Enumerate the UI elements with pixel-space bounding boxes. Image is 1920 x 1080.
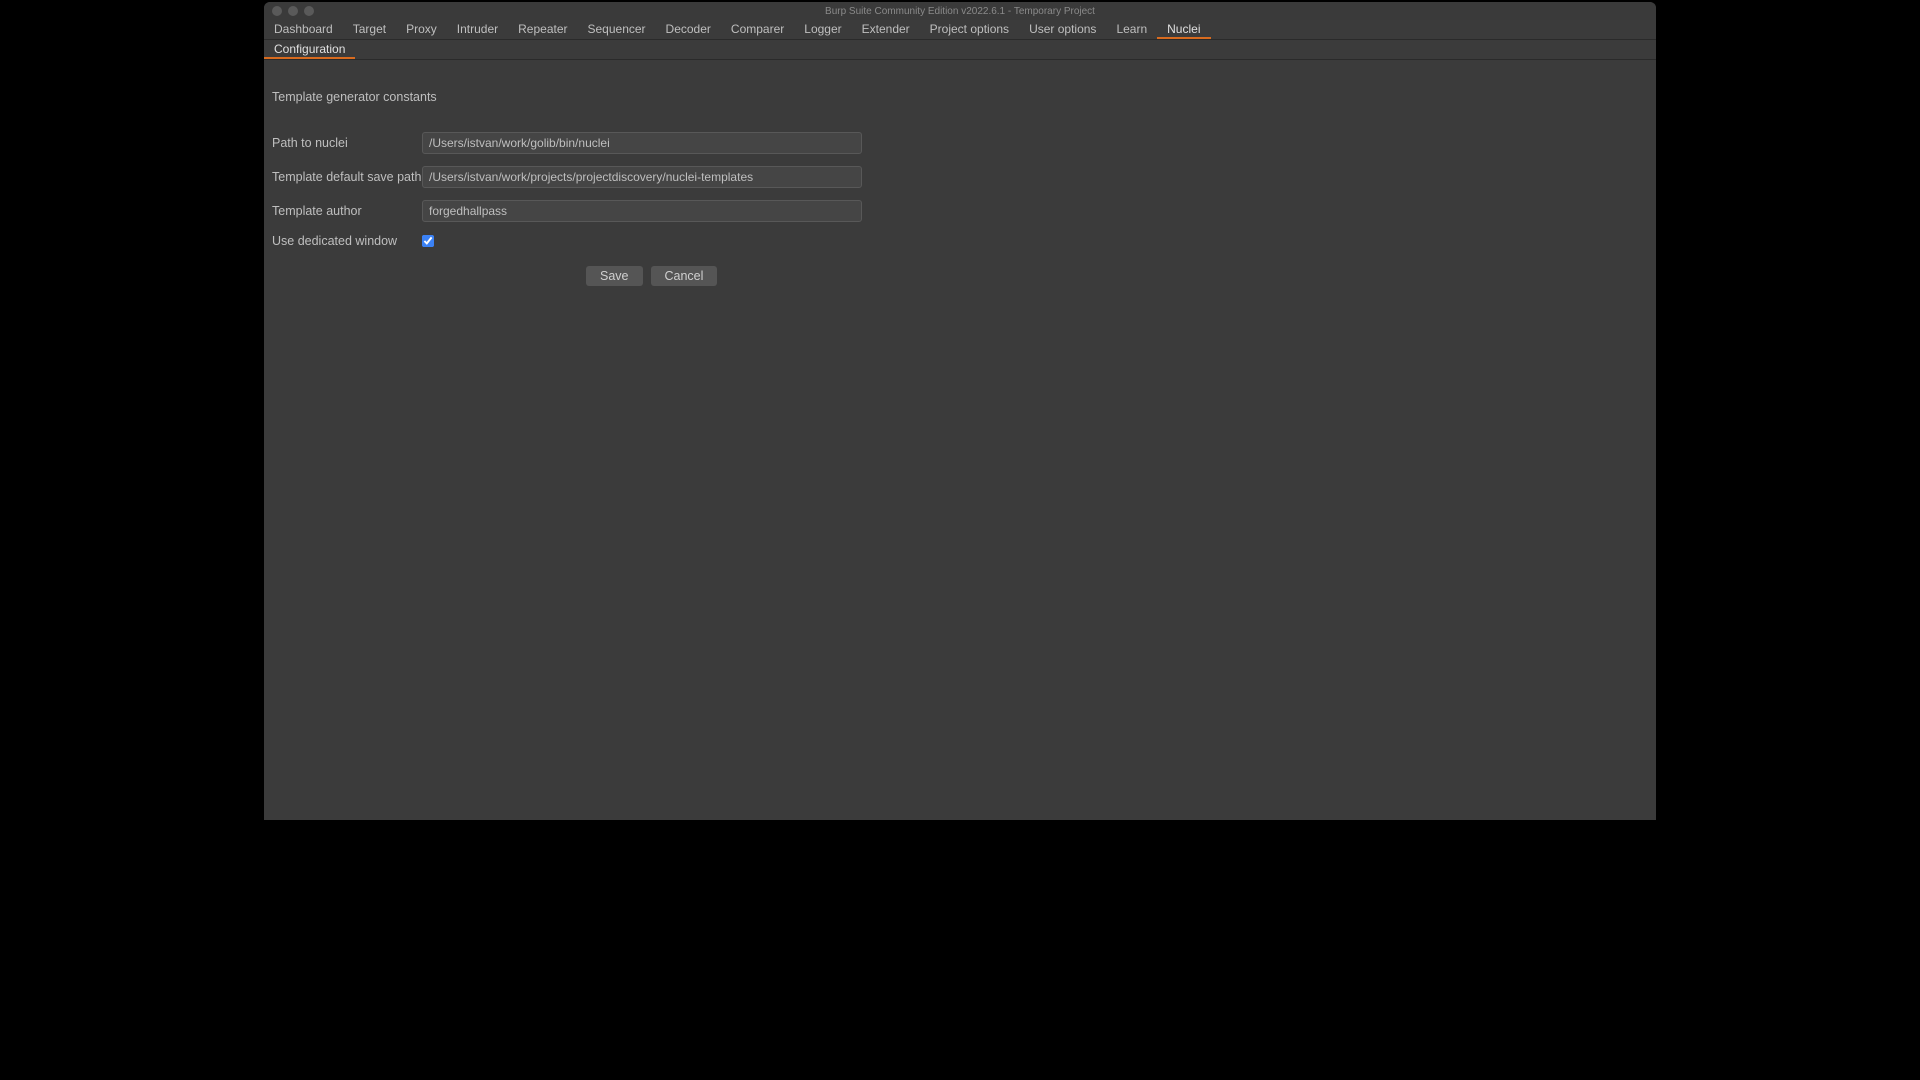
checkbox-use-dedicated-window[interactable] — [422, 235, 434, 247]
tab-intruder[interactable]: Intruder — [447, 20, 508, 39]
minimize-window-icon[interactable] — [288, 6, 298, 16]
tab-decoder[interactable]: Decoder — [656, 20, 721, 39]
tab-proxy[interactable]: Proxy — [396, 20, 447, 39]
tab-target[interactable]: Target — [343, 20, 396, 39]
button-row: Save Cancel — [586, 266, 1648, 286]
tab-sequencer[interactable]: Sequencer — [578, 20, 656, 39]
sub-tabbar: Configuration — [264, 40, 1656, 60]
row-default-save-path: Template default save path — [272, 166, 1648, 188]
label-path-to-nuclei: Path to nuclei — [272, 136, 422, 150]
row-path-to-nuclei: Path to nuclei — [272, 132, 1648, 154]
label-use-dedicated-window: Use dedicated window — [272, 234, 422, 248]
tab-logger[interactable]: Logger — [794, 20, 851, 39]
close-window-icon[interactable] — [272, 6, 282, 16]
main-tabbar: Dashboard Target Proxy Intruder Repeater… — [264, 20, 1656, 40]
tab-dashboard[interactable]: Dashboard — [264, 20, 343, 39]
window-title: Burp Suite Community Edition v2022.6.1 -… — [825, 6, 1095, 17]
cancel-button[interactable]: Cancel — [651, 266, 718, 286]
tab-learn[interactable]: Learn — [1106, 20, 1157, 39]
tab-comparer[interactable]: Comparer — [721, 20, 794, 39]
traffic-lights — [272, 6, 314, 16]
input-default-save-path[interactable] — [422, 166, 862, 188]
tab-repeater[interactable]: Repeater — [508, 20, 577, 39]
titlebar: Burp Suite Community Edition v2022.6.1 -… — [264, 2, 1656, 20]
save-button[interactable]: Save — [586, 266, 643, 286]
subtab-configuration[interactable]: Configuration — [264, 40, 355, 59]
tab-user-options[interactable]: User options — [1019, 20, 1106, 39]
content-pane: Template generator constants Path to nuc… — [264, 60, 1656, 820]
maximize-window-icon[interactable] — [304, 6, 314, 16]
row-use-dedicated-window: Use dedicated window — [272, 234, 1648, 248]
label-default-save-path: Template default save path — [272, 170, 422, 184]
tab-extender[interactable]: Extender — [852, 20, 920, 39]
input-path-to-nuclei[interactable] — [422, 132, 862, 154]
section-title: Template generator constants — [272, 90, 1648, 104]
row-template-author: Template author — [272, 200, 1648, 222]
app-window: Burp Suite Community Edition v2022.6.1 -… — [264, 2, 1656, 820]
tab-project-options[interactable]: Project options — [920, 20, 1019, 39]
label-template-author: Template author — [272, 204, 422, 218]
tab-nuclei[interactable]: Nuclei — [1157, 20, 1210, 39]
input-template-author[interactable] — [422, 200, 862, 222]
